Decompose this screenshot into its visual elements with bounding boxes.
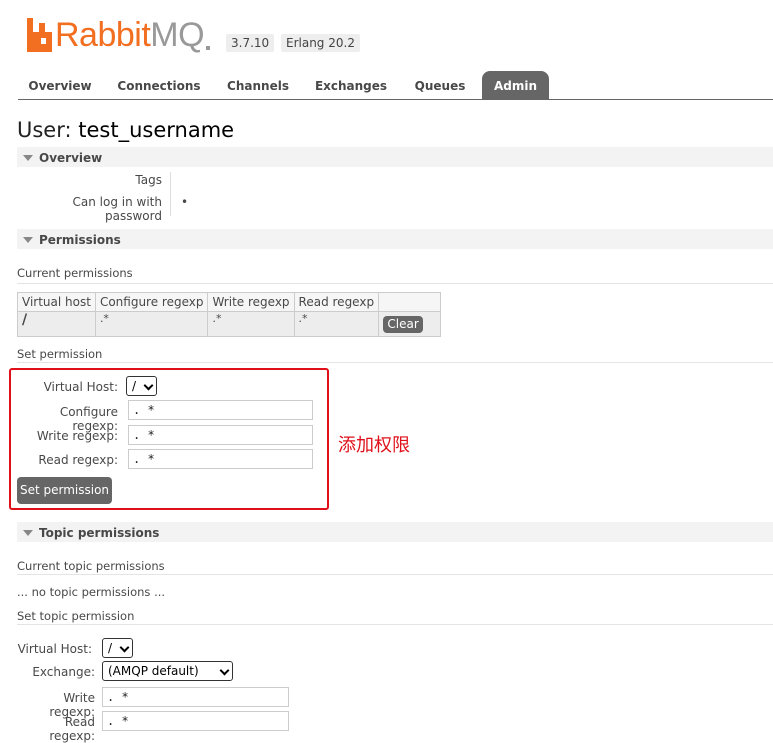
rabbitmq-logo-icon [27,18,52,52]
tab-connections[interactable]: Connections [116,71,202,99]
chevron-down-icon [219,665,230,676]
tab-queues[interactable]: Queues [408,71,472,99]
clear-permission-button[interactable]: Clear [383,316,424,333]
topic-write-regexp-input[interactable]: . * [102,687,289,707]
can-login-value: • [181,195,189,209]
permissions-table: Virtual host Configure regexp Write rege… [17,292,442,337]
cell-write: .* [207,311,295,337]
tab-overview[interactable]: Overview [22,71,98,99]
can-login-label: Can log in with password [72,195,162,223]
topic-permissions-section-header[interactable]: Topic permissions [17,522,773,542]
cell-read: .* [293,311,380,337]
no-topic-permissions-text: ... no topic permissions ... [17,585,166,599]
cell-actions: Clear [378,311,442,337]
tags-label: Tags [135,173,162,187]
collapse-triangle-icon [23,237,33,243]
column-header: Virtual host [17,292,96,312]
divider [17,362,773,363]
version-badge: 3.7.10 [226,34,275,52]
column-header-actions [378,292,442,312]
logo-wordmark: RabbitMQ [55,16,205,54]
cell-vhost: / [17,311,96,337]
annotation-highlight-box [9,368,329,510]
permissions-section-header[interactable]: Permissions [17,229,773,249]
table-row: / .* .* .* Clear [17,311,442,337]
main-nav-tabs: Overview Connections Channels Exchanges … [18,71,773,100]
topic-vhost-select[interactable]: / [102,638,133,658]
overview-section-header[interactable]: Overview [17,147,773,167]
collapse-triangle-icon [23,155,33,161]
page-title: User: test_username [17,118,235,142]
username: test_username [78,118,235,142]
divider [17,624,773,625]
tab-exchanges[interactable]: Exchanges [311,71,391,99]
overview-divider [170,172,171,216]
column-header: Read regexp [293,292,380,312]
divider [17,574,773,575]
exchange-select[interactable]: (AMQP default) [102,661,233,681]
topic-vhost-label: Virtual Host: [17,642,92,656]
column-header: Write regexp [207,292,295,312]
chevron-down-icon [119,642,130,653]
topic-read-regexp-input[interactable]: . * [102,711,289,731]
set-topic-permission-label: Set topic permission [17,609,135,623]
collapse-triangle-icon [23,530,33,536]
column-header: Configure regexp [94,292,209,312]
annotation-text: 添加权限 [338,435,410,456]
erlang-version-badge: Erlang 20.2 [281,34,360,52]
cell-configure: .* [94,311,209,337]
rabbitmq-logo: RabbitMQ [27,16,211,56]
tab-admin[interactable]: Admin [482,71,549,99]
exchange-label: Exchange: [32,665,95,679]
set-permission-label: Set permission [17,347,103,361]
current-topic-permissions-label: Current topic permissions [17,559,165,573]
divider [17,283,773,284]
logo-dot [206,46,211,50]
topic-read-regexp-label: Read regexp: [49,715,95,743]
tab-channels[interactable]: Channels [222,71,294,99]
current-permissions-label: Current permissions [17,266,133,280]
table-header-row: Virtual host Configure regexp Write rege… [17,292,442,312]
